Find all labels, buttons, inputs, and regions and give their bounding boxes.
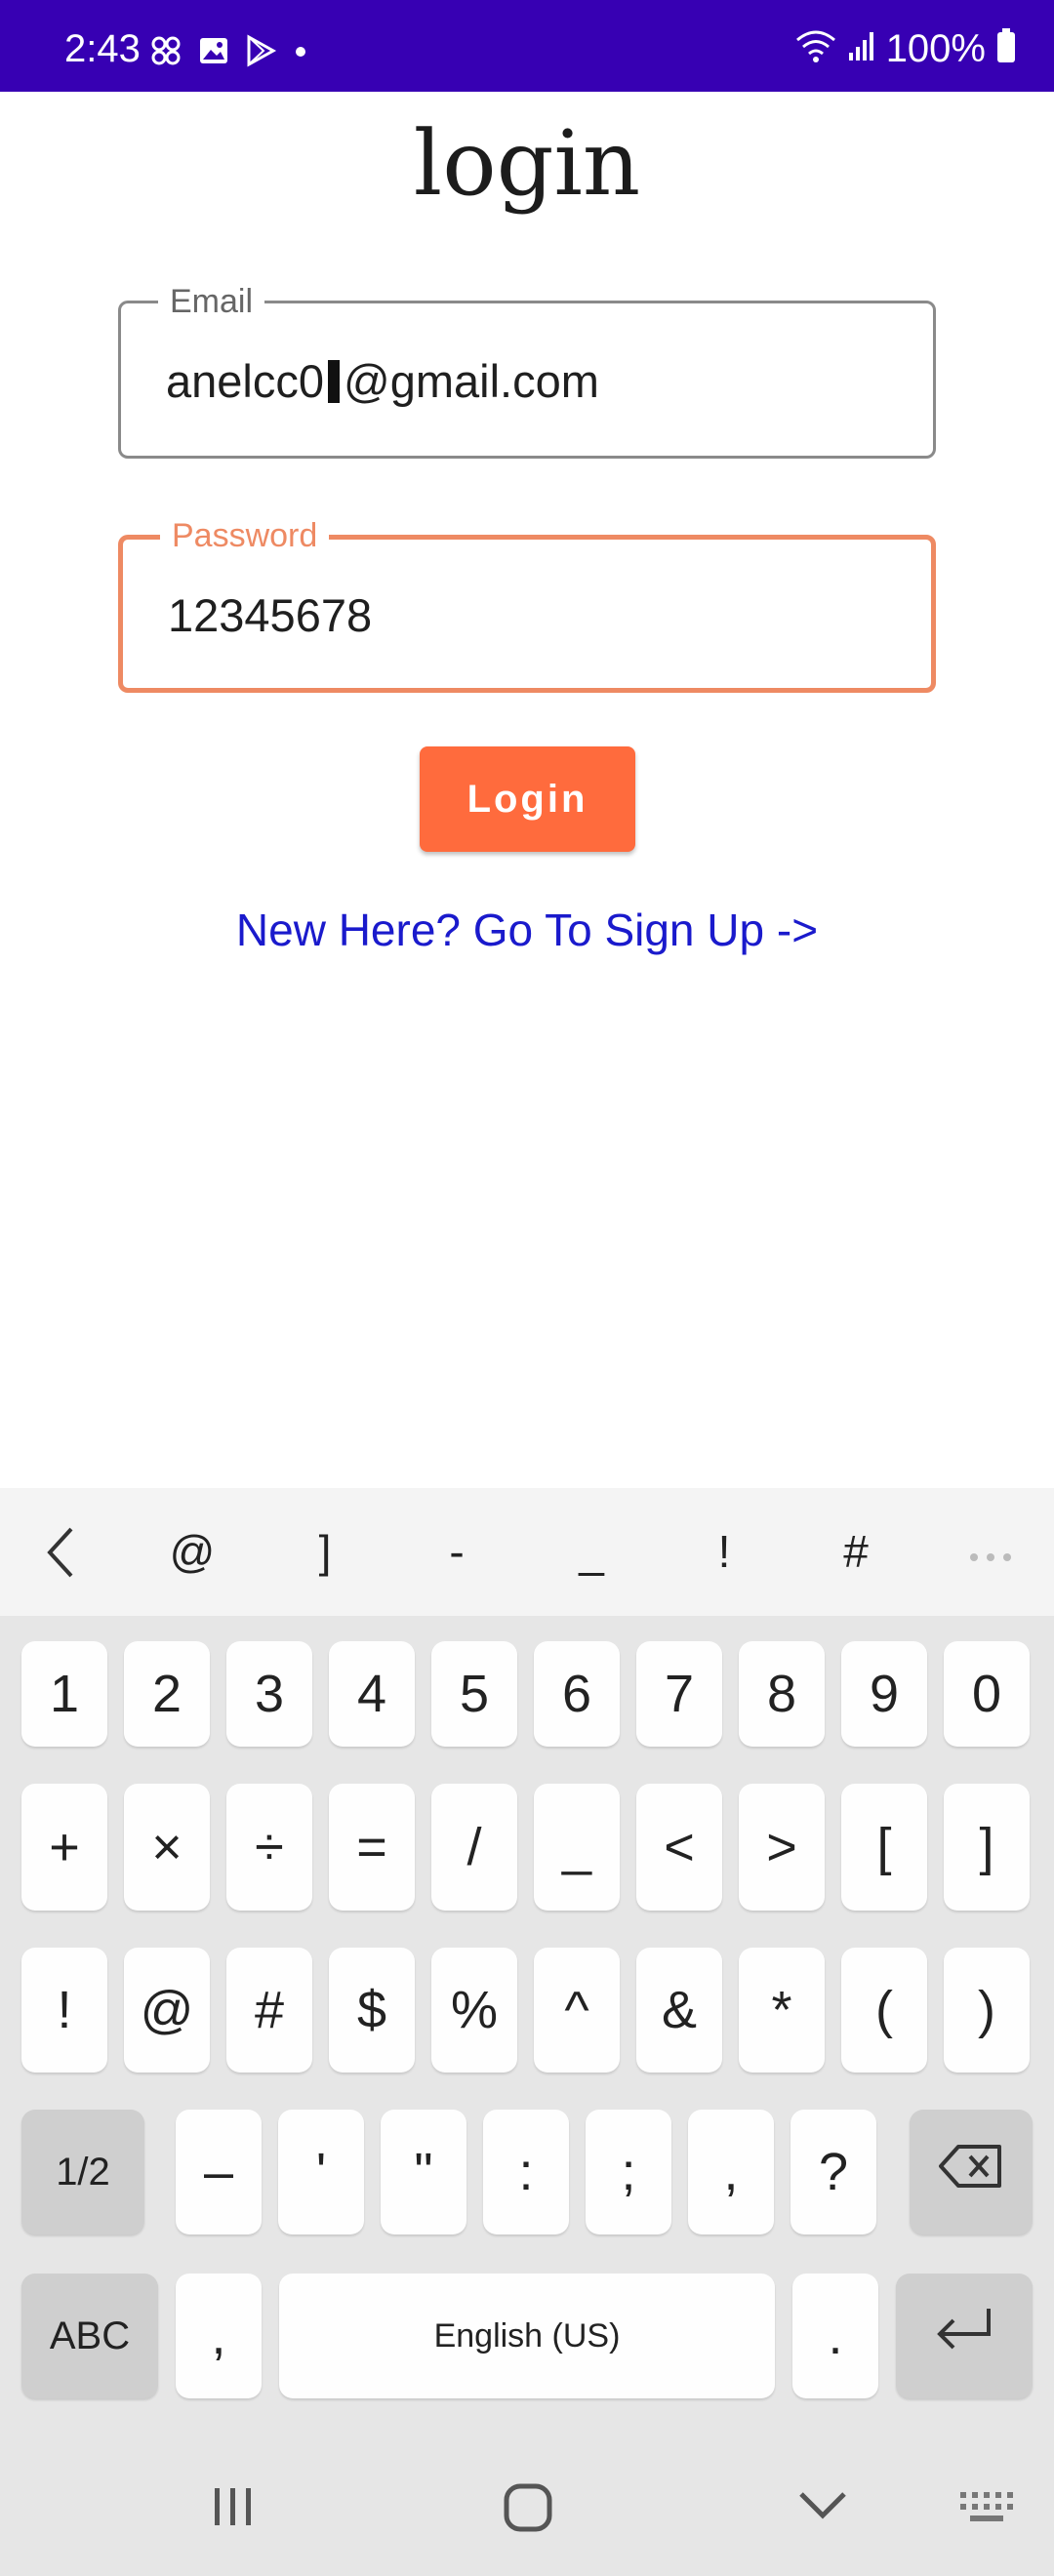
- home-icon[interactable]: [501, 2480, 555, 2540]
- key[interactable]: ;: [586, 2110, 671, 2234]
- password-value[interactable]: 12345678: [168, 588, 372, 643]
- key[interactable]: 0: [944, 1641, 1030, 1747]
- key[interactable]: @: [124, 1948, 210, 2073]
- status-time: 2:43: [64, 27, 141, 70]
- suggestion-key[interactable]: !: [680, 1488, 768, 1616]
- key[interactable]: /: [431, 1784, 517, 1911]
- chevron-left-icon[interactable]: [18, 1488, 105, 1616]
- key[interactable]: =: [329, 1784, 415, 1911]
- enter-icon: [930, 2301, 998, 2372]
- notification-dot-icon: [291, 34, 310, 67]
- keyboard-icon[interactable]: [958, 2488, 1017, 2532]
- key[interactable]: ': [278, 2110, 364, 2234]
- key[interactable]: ^: [534, 1948, 620, 2073]
- page-title: login: [413, 111, 641, 216]
- key[interactable]: 1: [21, 1641, 107, 1747]
- status-bar: 2:43 100%: [0, 0, 1054, 92]
- key[interactable]: ]: [944, 1784, 1030, 1911]
- suggestion-key[interactable]: _: [547, 1488, 635, 1616]
- signup-link[interactable]: New Here? Go To Sign Up ->: [0, 904, 1054, 956]
- key[interactable]: ×: [124, 1784, 210, 1911]
- key[interactable]: &: [636, 1948, 722, 2073]
- suggestion-key[interactable]: -: [413, 1488, 501, 1616]
- key[interactable]: 7: [636, 1641, 722, 1747]
- chevron-down-icon[interactable]: [795, 2486, 850, 2530]
- key[interactable]: 2: [124, 1641, 210, 1747]
- suggestion-key[interactable]: @: [148, 1488, 236, 1616]
- symbols-page-toggle[interactable]: 1/2: [21, 2110, 144, 2234]
- key[interactable]: _: [534, 1784, 620, 1911]
- system-nav-bar: [0, 2459, 1054, 2576]
- key[interactable]: –: [176, 2110, 262, 2234]
- key[interactable]: %: [431, 1948, 517, 2073]
- backspace-icon: [937, 2142, 1005, 2202]
- key[interactable]: 5: [431, 1641, 517, 1747]
- password-label: Password: [160, 516, 330, 555]
- key[interactable]: 3: [226, 1641, 312, 1747]
- key[interactable]: 4: [329, 1641, 415, 1747]
- key[interactable]: ÷: [226, 1784, 312, 1911]
- more-options-icon[interactable]: [947, 1488, 1034, 1616]
- key[interactable]: (: [841, 1948, 927, 2073]
- pinwheel-icon: [148, 33, 183, 68]
- backspace-key[interactable]: [910, 2110, 1033, 2234]
- key[interactable]: ): [944, 1948, 1030, 2073]
- key[interactable]: +: [21, 1784, 107, 1911]
- email-field[interactable]: Email anelcc0 @gmail.com: [118, 282, 936, 459]
- battery-percent: 100%: [885, 26, 986, 70]
- keyboard-suggestion-bar: @ ] - _ ! #: [0, 1488, 1054, 1616]
- password-field[interactable]: Password 12345678: [118, 516, 936, 693]
- comma-key[interactable]: ,: [176, 2274, 262, 2398]
- suggestion-key[interactable]: ]: [281, 1488, 369, 1616]
- key[interactable]: <: [636, 1784, 722, 1911]
- key[interactable]: :: [483, 2110, 569, 2234]
- recent-apps-icon[interactable]: [209, 2482, 258, 2536]
- space-bar[interactable]: English (US): [279, 2274, 775, 2398]
- key[interactable]: ?: [790, 2110, 876, 2234]
- suggestion-key[interactable]: #: [812, 1488, 900, 1616]
- key[interactable]: !: [21, 1948, 107, 2073]
- key[interactable]: [: [841, 1784, 927, 1911]
- email-value[interactable]: anelcc0 @gmail.com: [166, 354, 599, 409]
- enter-key[interactable]: [896, 2274, 1033, 2398]
- signal-icon: [847, 29, 876, 67]
- abc-key[interactable]: ABC: [21, 2274, 158, 2398]
- key[interactable]: 9: [841, 1641, 927, 1747]
- key[interactable]: 6: [534, 1641, 620, 1747]
- play-store-icon: [244, 34, 277, 67]
- key[interactable]: 8: [739, 1641, 825, 1747]
- text-cursor: [328, 360, 340, 403]
- key[interactable]: *: [739, 1948, 825, 2073]
- period-key[interactable]: .: [792, 2274, 878, 2398]
- login-button[interactable]: Login: [420, 746, 635, 852]
- key[interactable]: ": [381, 2110, 466, 2234]
- email-label: Email: [158, 282, 265, 321]
- battery-icon: [995, 27, 1017, 69]
- key[interactable]: $: [329, 1948, 415, 2073]
- gallery-icon: [197, 34, 230, 67]
- key[interactable]: >: [739, 1784, 825, 1911]
- key[interactable]: ,: [688, 2110, 774, 2234]
- keyboard: 1234567890 + × ÷ = / _ < >[] ! @ # $% ^ & *() 1/2 – ' "…: [0, 1616, 1054, 2576]
- wifi-icon: [794, 28, 837, 68]
- key[interactable]: #: [226, 1948, 312, 2073]
